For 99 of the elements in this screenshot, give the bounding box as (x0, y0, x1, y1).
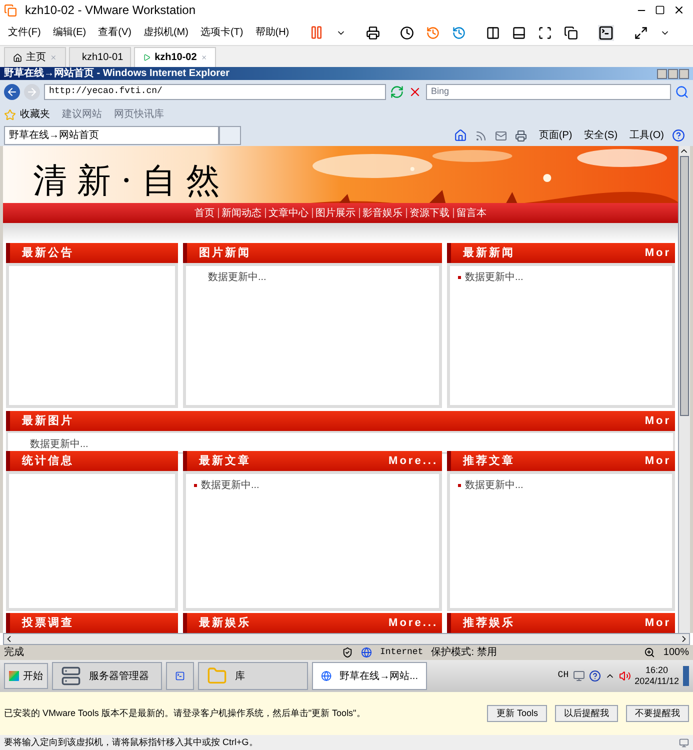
star-icon (4, 108, 16, 120)
taskbar-button[interactable]: 库 (198, 662, 308, 690)
section-title: 最新图片 (22, 414, 74, 429)
more-link[interactable]: Mor (644, 244, 671, 262)
menu-item[interactable]: 文件(F) (8, 25, 41, 40)
fullscreen-icon[interactable] (538, 26, 552, 40)
more-link[interactable]: More... (388, 452, 438, 470)
window-title: kzh10-02 - VMware Workstation (25, 2, 197, 19)
nav-link[interactable]: 留言本 (456, 206, 486, 220)
help-icon (588, 670, 601, 682)
search-field[interactable]: Bing (426, 84, 671, 100)
back-button[interactable] (4, 84, 20, 100)
sidebar-icon[interactable] (486, 26, 500, 40)
pause-icon[interactable] (309, 25, 324, 40)
list-text: 数据更新中... (201, 478, 260, 493)
list-text: 数据更新中... (208, 270, 266, 285)
device-icon (679, 738, 689, 748)
notification-button[interactable]: 以后提醒我 (555, 705, 618, 722)
console-icon[interactable] (598, 24, 614, 40)
command-menu[interactable]: 工具(O) (630, 128, 664, 143)
section-title: 推荐文章 (463, 454, 515, 469)
monitor-icon (572, 670, 585, 682)
shield-icon (342, 647, 353, 658)
nav-link[interactable]: 首页 (194, 206, 214, 220)
speaker-icon (618, 670, 631, 682)
menu-item[interactable]: 虚拟机(M) (143, 25, 188, 40)
menu-item[interactable]: 选项卡(T) (200, 25, 244, 40)
stop-button[interactable] (408, 85, 422, 99)
menu-item[interactable]: 查看(V) (98, 25, 132, 40)
nav-link[interactable]: 文章中心 (268, 206, 308, 220)
app-icon (4, 4, 17, 16)
nav-link[interactable]: 资源下载 (410, 206, 450, 220)
list-text: 数据更新中... (465, 478, 524, 493)
clock-date: 2024/11/12 (634, 676, 679, 688)
tab[interactable]: kzh10-01 (69, 47, 131, 67)
menu-item[interactable]: 编辑(E) (52, 25, 86, 40)
nav-link[interactable]: 影音娱乐 (362, 206, 402, 220)
bullet-icon (458, 484, 461, 487)
list-text: 数据更新中... (30, 438, 88, 452)
section-title: 最新公告 (22, 246, 74, 261)
more-link[interactable]: Mor (644, 412, 671, 430)
more-link[interactable]: Mor (644, 452, 671, 470)
section-title: 投票调查 (22, 616, 74, 631)
nav-link[interactable]: 新闻动态 (222, 206, 262, 220)
nav-link[interactable]: 图片展示 (316, 206, 356, 220)
home-icon[interactable] (454, 129, 467, 142)
folder-icon (207, 666, 227, 686)
scrollbar[interactable] (678, 146, 690, 633)
server-icon (61, 666, 81, 686)
globe-icon (361, 647, 372, 658)
stretch-icon[interactable] (634, 26, 648, 40)
vm-status-text: 要将输入定向到该虚拟机，请将鼠标指针移入其中或按 Ctrl+G。 (4, 736, 259, 749)
site-title: 清新·自然 (33, 160, 230, 203)
taskbar-button[interactable] (166, 662, 194, 690)
mail-icon[interactable] (494, 130, 507, 142)
command-menu[interactable]: 页面(P) (538, 128, 572, 143)
notification-button[interactable]: 不要提醒我 (626, 705, 689, 722)
taskbar-button[interactable]: 野草在线→网站... (312, 662, 427, 690)
section-title: 最新新闻 (463, 246, 515, 261)
bullet-icon (458, 276, 461, 279)
favorites-link[interactable]: 网页快讯库 (114, 107, 164, 122)
menu-item[interactable]: 帮助(H) (255, 25, 290, 40)
protected-mode-text: 保护模式: 禁用 (431, 646, 497, 660)
more-link[interactable]: More... (388, 614, 438, 632)
bullet-icon (194, 484, 197, 487)
address-field[interactable]: http://yecao.fvti.cn/ (44, 84, 386, 100)
zoom-level[interactable]: 100% (663, 645, 689, 660)
more-link[interactable]: Mor (644, 614, 671, 632)
tab[interactable]: 主页 (4, 47, 66, 67)
favorites-button[interactable]: 收藏夹 (20, 107, 50, 122)
print-icon[interactable] (514, 130, 527, 142)
language-indicator: CH (558, 669, 569, 682)
browser-title: 野草在线→网站首页 - Windows Internet Explorer (4, 68, 230, 78)
favorites-link[interactable]: 建议网站 (62, 107, 102, 122)
windows-logo-icon (9, 671, 19, 681)
start-button[interactable]: 开始 (4, 663, 48, 689)
notification-text: 已安装的 VMware Tools 版本不是最新的。请登录客户机操作系统，然后单击"更新 Tools"。 (4, 706, 366, 720)
tab[interactable]: kzh10-02 (134, 47, 216, 67)
browser-tab[interactable]: 野草在线→网站首页 (4, 126, 219, 145)
home-icon (13, 52, 22, 64)
taskbar-button[interactable]: 服务器管理器 (52, 662, 162, 690)
clock-time: 16:20 (646, 664, 668, 676)
search-button[interactable] (675, 85, 689, 99)
section-title: 统计信息 (22, 454, 74, 469)
scrollbar[interactable] (3, 633, 690, 645)
help-icon[interactable] (672, 129, 685, 142)
command-menu[interactable]: 安全(S) (584, 128, 618, 143)
feed-icon[interactable] (474, 130, 487, 142)
zone-text: Internet (380, 646, 424, 659)
section-title: 图片新闻 (199, 246, 251, 261)
list-text: 数据更新中... (465, 270, 524, 285)
notification-button[interactable]: 更新 Tools (487, 705, 547, 722)
status-text: 完成 (4, 646, 25, 660)
play-icon (143, 52, 151, 63)
section-title: 最新娱乐 (199, 616, 251, 631)
zoom-icon (644, 647, 656, 658)
section-title: 推荐娱乐 (463, 616, 515, 631)
section-title: 最新文章 (199, 454, 251, 469)
maximize-button[interactable] (655, 5, 665, 15)
